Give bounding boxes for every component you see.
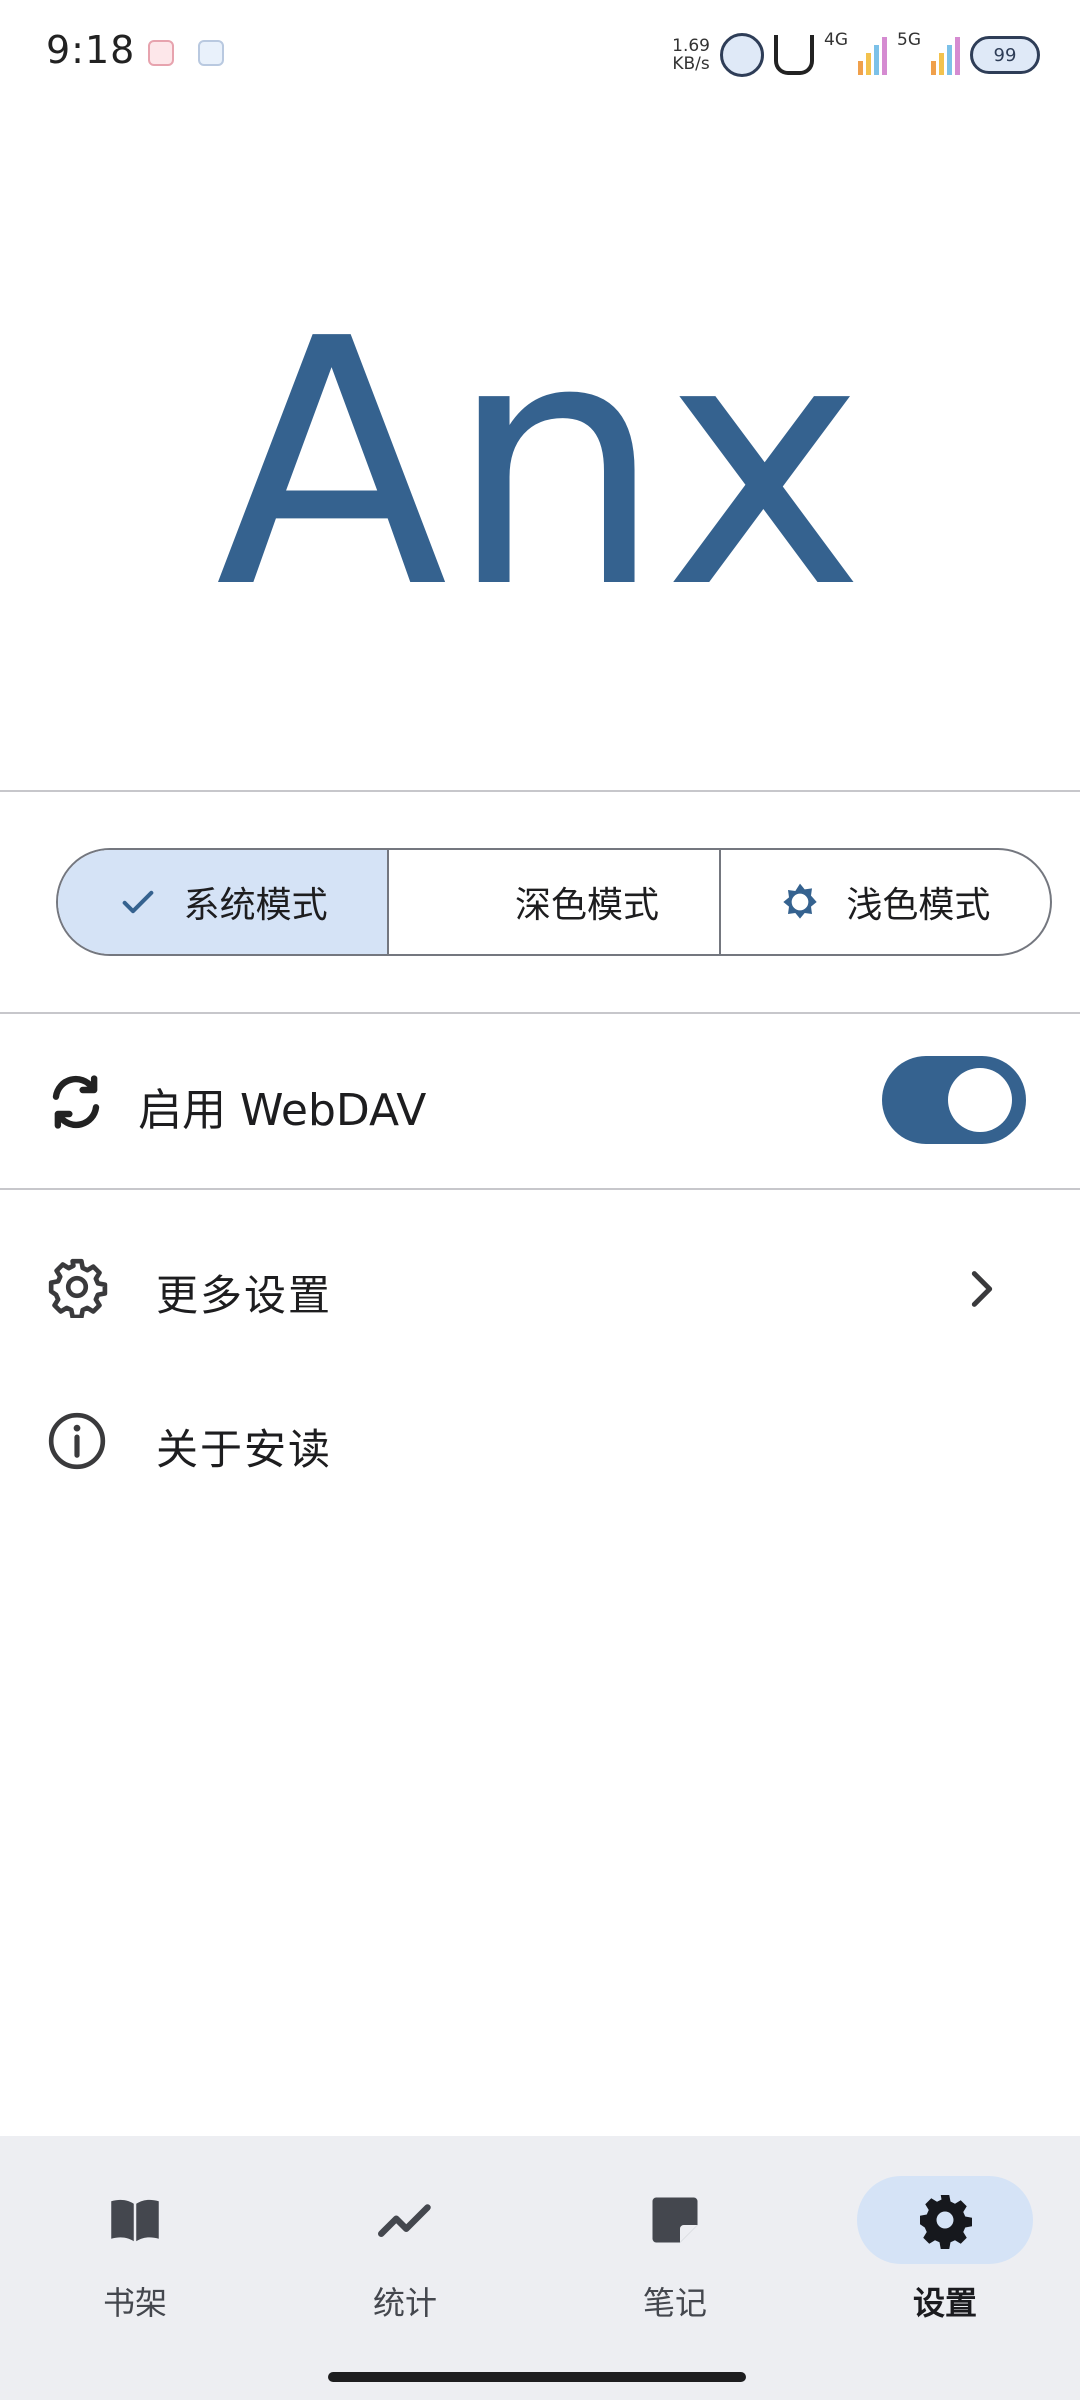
nav-settings[interactable]: 设置 — [810, 2136, 1080, 2356]
trend-icon — [378, 2204, 431, 2237]
earbuds-icon — [774, 35, 814, 75]
nav-statistics-label: 统计 — [372, 2284, 437, 2322]
network-type-1: 4G — [824, 30, 848, 50]
theme-dark-button[interactable]: 深色模式 — [389, 850, 721, 954]
check-icon — [122, 890, 153, 914]
notification-app-icon — [198, 40, 224, 66]
status-indicators: 1.69 KB/s 4G 5G 99 — [672, 30, 1040, 80]
net-speed-unit: KB/s — [672, 54, 710, 74]
notification-app-icon — [148, 40, 174, 66]
theme-system-label: 系统模式 — [183, 885, 328, 926]
net-speed: 1.69 KB/s — [672, 37, 710, 73]
theme-dark-label: 深色模式 — [514, 885, 659, 926]
battery-level: 99 — [993, 44, 1017, 66]
status-bar: 9:18 1.69 KB/s 4G 5G 99 — [0, 0, 1080, 110]
nav-notes[interactable]: 笔记 — [540, 2136, 810, 2356]
webdav-toggle[interactable] — [882, 1056, 1026, 1144]
note-icon — [652, 2197, 698, 2243]
nav-notes-label: 笔记 — [642, 2284, 707, 2322]
network-type-2: 5G — [897, 30, 921, 50]
theme-light-button[interactable]: 浅色模式 — [721, 850, 1050, 954]
signal-icon — [931, 35, 960, 75]
info-icon — [48, 1412, 106, 1470]
nav-bookshelf-label: 书架 — [102, 2284, 167, 2322]
app-logo-text: Anx — [215, 267, 864, 630]
settings-icon — [920, 2195, 972, 2249]
sun-icon — [783, 883, 817, 919]
theme-system-button[interactable]: 系统模式 — [58, 850, 390, 954]
nav-settings-label: 设置 — [912, 2284, 977, 2322]
book-icon — [111, 2199, 159, 2242]
more-settings-item[interactable]: 更多设置 — [0, 1212, 1080, 1362]
bottom-navigation: 书架 统计 笔记 设置 — [0, 2136, 1080, 2356]
theme-mode-selector: 系统模式 深色模式 浅色模式 — [56, 848, 1052, 956]
webdav-setting-row[interactable]: 启用 WebDAV — [0, 1014, 1080, 1186]
divider — [0, 1188, 1080, 1190]
battery-icon: 99 — [970, 36, 1040, 74]
nav-statistics[interactable]: 统计 — [270, 2136, 540, 2356]
moon-icon — [463, 885, 481, 919]
about-label: 关于安读 — [156, 1425, 333, 1474]
signal-icon — [858, 35, 887, 75]
sync-icon — [52, 1075, 100, 1129]
status-time: 9:18 — [46, 28, 136, 72]
gear-icon — [48, 1258, 108, 1318]
gesture-bar[interactable] — [328, 2372, 746, 2382]
chevron-right-icon — [971, 1271, 993, 1307]
theme-light-label: 浅色模式 — [846, 885, 991, 926]
divider — [0, 790, 1080, 792]
more-settings-label: 更多设置 — [156, 1271, 333, 1320]
webdav-label: 启用 WebDAV — [138, 1085, 427, 1136]
app-logo: Anx — [215, 267, 864, 630]
bluetooth-icon — [720, 33, 764, 77]
net-speed-value: 1.69 — [672, 36, 710, 56]
toggle-knob — [948, 1068, 1012, 1132]
about-item[interactable]: 关于安读 — [0, 1366, 1080, 1516]
nav-bookshelf[interactable]: 书架 — [0, 2136, 270, 2356]
